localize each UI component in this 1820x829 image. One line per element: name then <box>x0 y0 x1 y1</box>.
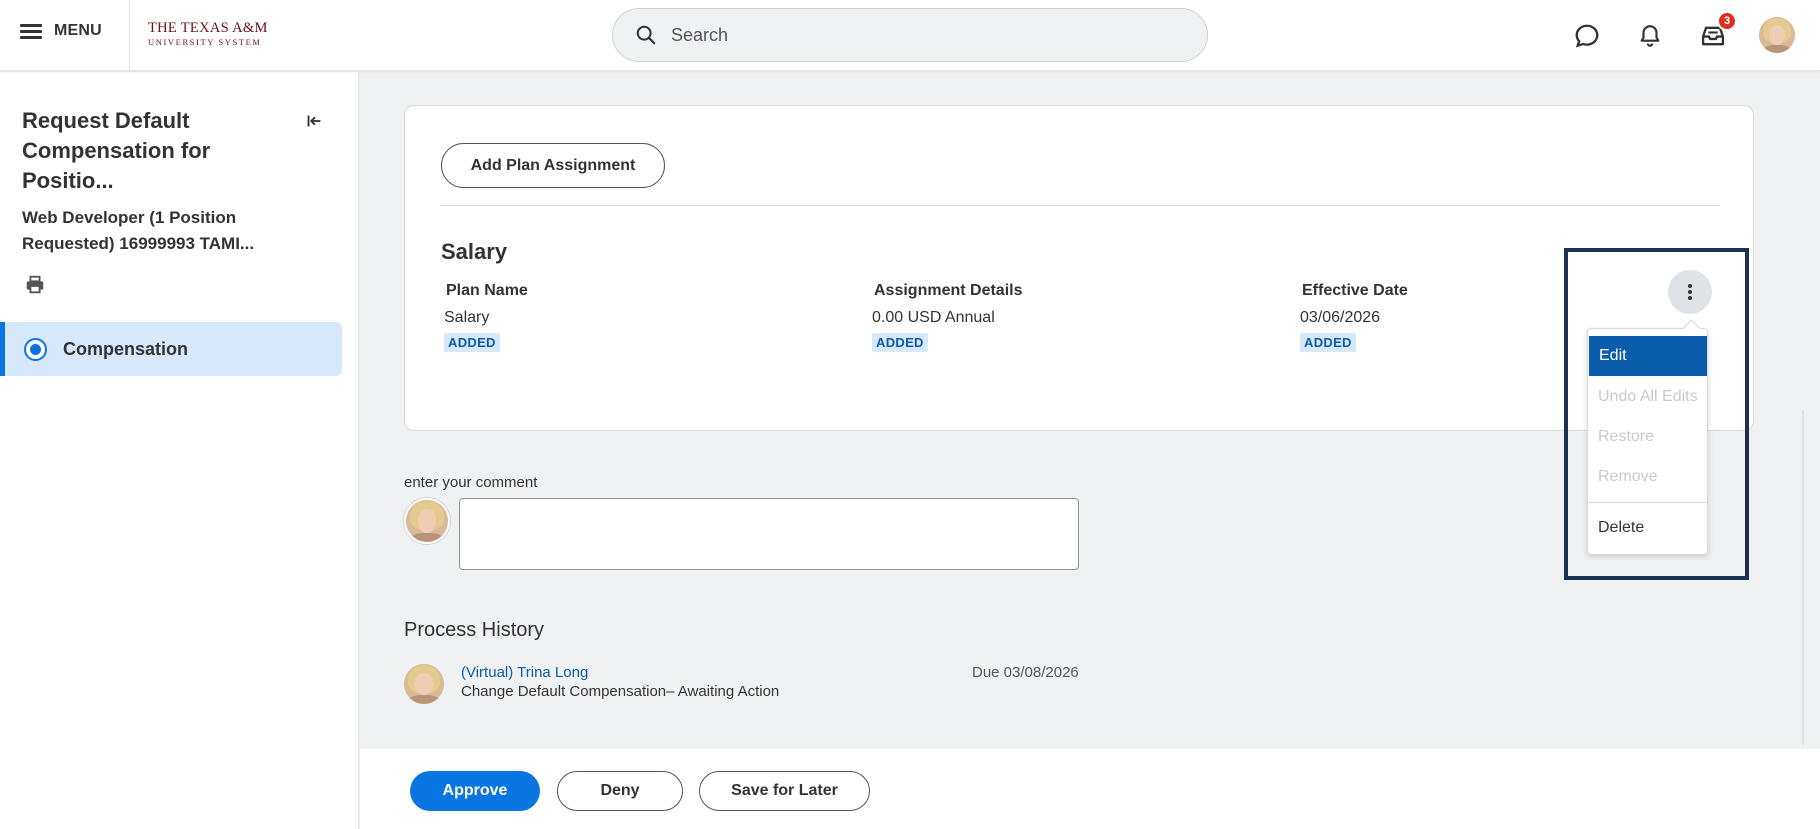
task-subtitle: Web Developer (1 Position Requested) 169… <box>22 208 255 253</box>
left-sidebar: Request Default Compensation for Positio… <box>0 72 359 829</box>
menu-item-undo-all-edits: Undo All Edits <box>1598 388 1698 405</box>
search-icon <box>636 25 656 45</box>
added-badge: ADDED <box>872 333 928 352</box>
menu-item-edit[interactable]: Edit <box>1589 336 1707 376</box>
process-step-description: Change Default Compensation– Awaiting Ac… <box>461 683 780 700</box>
column-header: Assignment Details <box>874 282 1023 299</box>
hamburger-icon <box>20 23 42 39</box>
logo-line-1: THE TEXAS A&M <box>148 20 268 36</box>
column-header: Effective Date <box>1302 282 1408 299</box>
inbox-button[interactable]: 3 <box>1695 11 1737 54</box>
sidebar-item-compensation[interactable]: Compensation <box>0 322 342 376</box>
menu-label: MENU <box>54 22 102 39</box>
comment-label: enter your comment <box>404 474 538 491</box>
print-icon[interactable] <box>24 274 46 296</box>
menu-item-restore: Restore <box>1598 428 1655 445</box>
card-divider <box>441 205 1719 206</box>
plan-name-value: Salary <box>444 309 490 326</box>
collapse-sidebar-icon[interactable] <box>303 110 325 132</box>
compensation-card: Add Plan Assignment Salary Plan Name Sal… <box>404 105 1754 431</box>
logo-line-2: UNIVERSITY SYSTEM <box>148 36 262 47</box>
profile-avatar[interactable] <box>1759 17 1795 53</box>
task-title: Request Default Compensation for Positio… <box>22 108 211 193</box>
search-input[interactable] <box>671 24 1151 46</box>
comment-input[interactable] <box>459 498 1079 570</box>
texas-am-logo[interactable]: THE TEXAS A&M UNIVERSITY SYSTEM <box>148 21 268 46</box>
selected-indicator <box>0 322 5 376</box>
related-actions-menu: Edit Undo All Edits Restore Remove Delet… <box>1587 328 1708 555</box>
assignee-avatar <box>404 664 444 704</box>
assignment-details-column: Assignment Details 0.00 USD Annual ADDED <box>872 282 1022 352</box>
deny-button[interactable]: Deny <box>557 771 683 811</box>
column-header: Plan Name <box>446 282 528 299</box>
menu-separator <box>1588 502 1707 503</box>
inbox-count-badge: 3 <box>1717 11 1737 31</box>
vertical-ellipsis-icon <box>1688 282 1692 302</box>
header-divider <box>129 0 130 71</box>
save-for-later-button[interactable]: Save for Later <box>699 771 870 811</box>
commenter-avatar <box>404 498 450 544</box>
related-actions-button[interactable] <box>1668 270 1712 314</box>
chat-bubble-icon <box>1575 24 1599 48</box>
menu-item-remove: Remove <box>1598 468 1658 485</box>
effective-date-column: Effective Date 03/06/2026 ADDED <box>1300 282 1408 352</box>
process-history-title: Process History <box>404 619 545 641</box>
due-date: Due 03/08/2026 <box>972 664 1079 681</box>
menu-item-delete[interactable]: Delete <box>1588 508 1707 548</box>
section-title: Salary <box>441 239 508 264</box>
added-badge: ADDED <box>444 333 500 352</box>
assignment-details-value: 0.00 USD Annual <box>872 309 995 326</box>
chat-button[interactable] <box>1569 18 1605 54</box>
scroll-track <box>1802 410 1804 745</box>
menu-button[interactable]: MENU <box>20 22 102 40</box>
approve-button[interactable]: Approve <box>410 771 540 811</box>
plan-name-column: Plan Name Salary ADDED <box>444 282 528 352</box>
added-badge: ADDED <box>1300 333 1356 352</box>
sidebar-item-label: Compensation <box>63 339 189 359</box>
add-plan-assignment-button[interactable]: Add Plan Assignment <box>441 143 665 188</box>
bell-icon <box>1640 25 1660 47</box>
notifications-button[interactable] <box>1632 18 1668 54</box>
selected-radio-icon <box>24 338 47 361</box>
assignee-name-link[interactable]: (Virtual) Trina Long <box>461 664 588 681</box>
action-footer: Approve Deny Save for Later <box>360 749 1820 829</box>
effective-date-value: 03/06/2026 <box>1300 309 1381 326</box>
search-bar[interactable] <box>612 8 1208 62</box>
top-header: MENU THE TEXAS A&M UNIVERSITY SYSTEM 3 <box>0 0 1820 71</box>
